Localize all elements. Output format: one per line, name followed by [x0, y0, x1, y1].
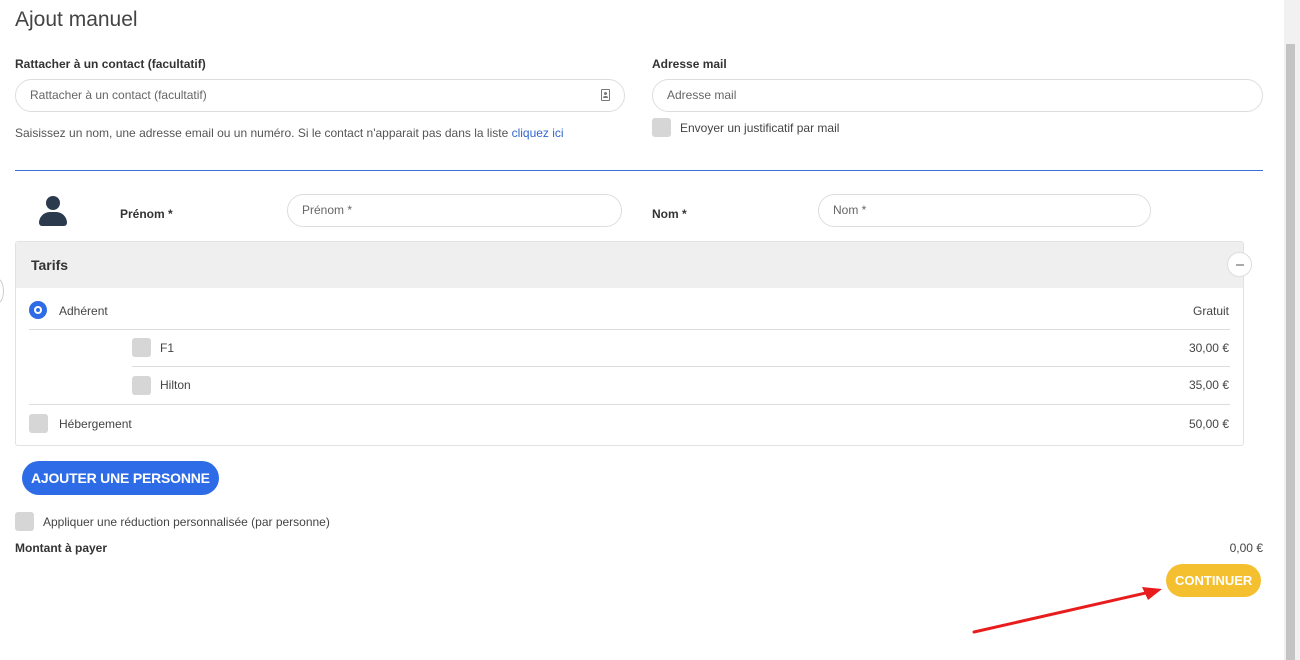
page-title: Ajout manuel	[15, 8, 138, 31]
contact-placeholder: Rattacher à un contact (facultatif)	[30, 88, 207, 102]
contact-label: Rattacher à un contact (facultatif)	[15, 57, 206, 71]
lastname-placeholder: Nom *	[833, 203, 867, 217]
tarif-row-label: Adhérent	[59, 304, 108, 318]
tarif-hilton-checkbox[interactable]	[132, 376, 151, 395]
amount-value: 0,00 €	[1229, 541, 1263, 555]
discount-label: Appliquer une réduction personnalisée (p…	[43, 515, 330, 529]
section-divider	[15, 170, 1263, 171]
contact-help-message: Saisissez un nom, une adresse email ou u…	[15, 126, 512, 140]
tarif-hebergement-checkbox[interactable]	[29, 414, 48, 433]
continue-button[interactable]: CONTINUER	[1166, 564, 1262, 597]
firstname-input[interactable]: Prénom *	[287, 194, 622, 227]
tarif-adherent-radio[interactable]	[29, 301, 47, 319]
add-person-button[interactable]: AJOUTER UNE PERSONNE	[22, 461, 219, 495]
tarif-row-label: Hilton	[160, 378, 191, 392]
contact-input[interactable]: Rattacher à un contact (facultatif)	[15, 79, 625, 112]
firstname-placeholder: Prénom *	[302, 203, 353, 217]
lastname-label: Nom *	[652, 207, 687, 221]
contact-card-icon[interactable]	[601, 89, 610, 101]
row-divider	[29, 329, 1230, 330]
annotation-arrow-icon	[972, 587, 1162, 634]
tarif-row-price: 50,00 €	[1188, 417, 1229, 431]
email-label: Adresse mail	[652, 57, 727, 71]
send-receipt-checkbox[interactable]	[652, 118, 671, 137]
carousel-prev-handle[interactable]	[0, 278, 4, 304]
tarif-row-price: 30,00 €	[1188, 341, 1229, 355]
discount-checkbox[interactable]	[15, 512, 34, 531]
collapse-minus-icon[interactable]	[1227, 252, 1252, 277]
contact-help-text: Saisissez un nom, une adresse email ou u…	[15, 126, 564, 140]
person-icon	[39, 196, 67, 228]
tarif-row-price: Gratuit	[1192, 304, 1229, 318]
tarifs-header[interactable]: Tarifs	[16, 242, 1243, 288]
tarif-row-label: Hébergement	[59, 417, 132, 431]
page: Ajout manuel Rattacher à un contact (fac…	[0, 0, 1300, 660]
tarif-row-label: F1	[160, 341, 175, 355]
row-divider	[29, 404, 1230, 405]
email-input[interactable]: Adresse mail	[652, 79, 1263, 112]
tarif-f1-checkbox[interactable]	[132, 338, 151, 357]
lastname-input[interactable]: Nom *	[818, 194, 1151, 227]
amount-label: Montant à payer	[15, 541, 108, 555]
create-contact-link[interactable]: cliquez ici	[512, 126, 564, 140]
email-placeholder: Adresse mail	[667, 88, 737, 102]
tarifs-title: Tarifs	[31, 257, 69, 273]
row-divider	[132, 366, 1230, 367]
firstname-label: Prénom *	[120, 207, 173, 221]
tarifs-panel: Tarifs	[15, 241, 1244, 446]
tarif-row-price: 35,00 €	[1188, 378, 1229, 392]
send-receipt-label: Envoyer un justificatif par mail	[680, 121, 840, 135]
scrollbar-thumb[interactable]	[1286, 44, 1295, 660]
